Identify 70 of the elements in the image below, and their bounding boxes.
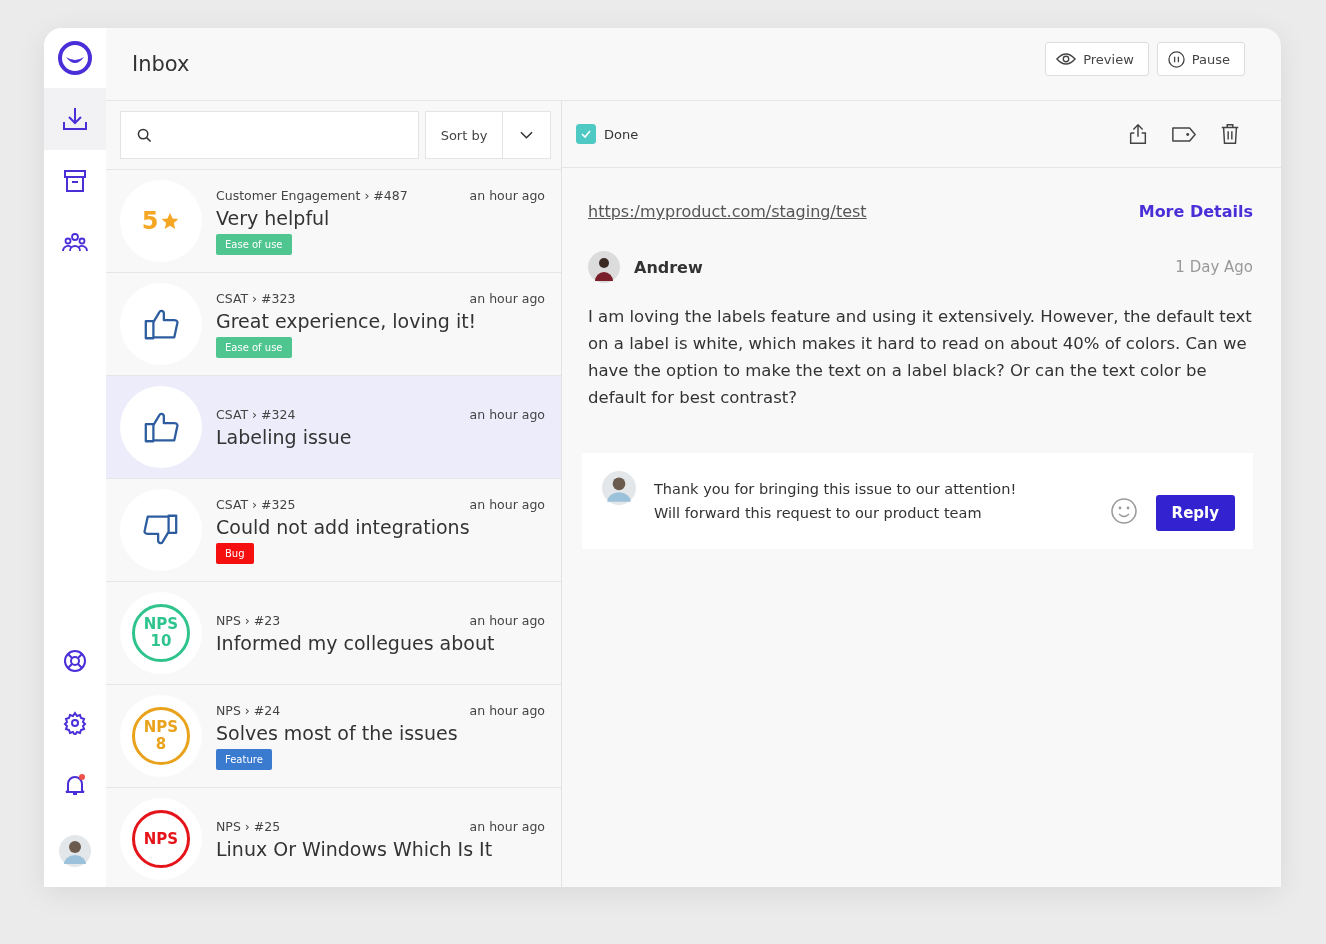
feedback-title: Linux Or Windows Which Is It: [216, 837, 494, 860]
feedback-list-item[interactable]: CSAT › #325 an hour ago Could not add integrations Bug: [106, 479, 561, 582]
feedback-tag: Ease of use: [216, 233, 292, 255]
chevron-down-icon: [520, 131, 533, 139]
search-field[interactable]: [120, 111, 419, 159]
nps-score-ring: NPS 8: [132, 707, 190, 765]
feedback-source: CSAT › #324: [216, 406, 296, 422]
feedback-list-item[interactable]: NPS 8 NPS › #24 an hour ago Solves most of the issues Feature: [106, 685, 561, 788]
feedback-tag: Ease of use: [216, 336, 292, 358]
sort-dropdown[interactable]: Sort by: [425, 111, 551, 159]
feedback-message: I am loving the labels feature and using it extensively. However, the default text on a label is white, which makes it hard to read on about 40% of colors. Can we have the option to make the text on a label black? Or can the text color be default for best contrast?: [588, 306, 1253, 409]
user-avatar: [602, 471, 636, 505]
eye-icon: [1056, 52, 1077, 66]
message-time: 1 Day Ago: [1175, 258, 1253, 276]
lifebuoy-icon[interactable]: [63, 649, 87, 673]
settings-icon[interactable]: [63, 711, 87, 735]
feedback-list-item[interactable]: NPS NPS › #25 an hour ago Linux Or Windows Which Is It: [106, 788, 561, 887]
feedback-source: CSAT › #325: [216, 496, 296, 512]
feedback-time: an hour ago: [469, 702, 545, 718]
preview-button[interactable]: Preview: [1045, 42, 1149, 76]
tag-icon[interactable]: [1171, 124, 1197, 144]
feedback-source: Customer Engagement › #487: [216, 187, 408, 203]
feedback-title: Labeling issue: [216, 425, 353, 448]
trash-icon[interactable]: [1219, 123, 1241, 145]
feedback-source: CSAT › #323: [216, 290, 296, 306]
feedback-time: an hour ago: [469, 187, 545, 203]
smiley-icon[interactable]: [1109, 497, 1138, 525]
archive-box-icon: [61, 167, 89, 195]
done-checkbox[interactable]: [576, 124, 596, 144]
feedback-time: an hour ago: [469, 496, 545, 512]
feedback-tag: Bug: [216, 542, 254, 564]
done-label: Done: [604, 126, 639, 142]
feedback-list-item[interactable]: CSAT › #323 an hour ago Great experience, loving it! Ease of use: [106, 273, 561, 376]
logo-icon: [57, 40, 93, 76]
feedback-title: Very helpful: [216, 206, 331, 229]
user-avatar[interactable]: [59, 835, 91, 867]
feedback-source: NPS › #24: [216, 702, 281, 718]
more-details-link[interactable]: More Details: [1138, 202, 1253, 221]
author-avatar: [588, 251, 620, 283]
feedback-source: NPS › #23: [216, 612, 281, 628]
share-icon[interactable]: [1127, 123, 1149, 145]
nps-score-ring: NPS 10: [132, 604, 190, 662]
feedback-time: an hour ago: [469, 290, 545, 306]
feedback-source: NPS › #25: [216, 818, 281, 834]
reply-field[interactable]: Thank you for bringing this issue to our attention! Will forward this request to our product team: [654, 477, 1092, 525]
feedback-list-item[interactable]: CSAT › #324 an hour ago Labeling issue: [106, 376, 561, 479]
page-title: Inbox: [132, 52, 190, 76]
feedback-url-link[interactable]: https:/myproduct.com/staging/test: [588, 202, 867, 221]
feedback-list-item[interactable]: NPS 10 NPS › #23 an hour ago Informed my collegues about: [106, 582, 561, 685]
nps-score-ring: NPS: [132, 810, 190, 868]
feedback-title: Solves most of the issues: [216, 721, 459, 744]
sidebar-nav-item[interactable]: [44, 88, 106, 150]
search-icon: [137, 127, 152, 143]
download-tray-icon: [61, 105, 89, 133]
rating-value: 5: [141, 207, 159, 235]
pause-icon: [1167, 50, 1185, 68]
feedback-time: an hour ago: [469, 612, 545, 628]
author-name: Andrew: [634, 257, 703, 277]
bell-icon[interactable]: [63, 773, 87, 797]
feedback-title: Could not add integrations: [216, 515, 471, 538]
feedback-time: an hour ago: [469, 818, 545, 834]
feedback-time: an hour ago: [469, 406, 545, 422]
feedback-list-item[interactable]: 5 Customer Engagement › #487 an hour ago Very helpful Ease of use: [106, 170, 561, 273]
feedback-title: Informed my collegues about: [216, 631, 496, 654]
feedback-title: Great experience, loving it!: [216, 309, 478, 332]
feedback-tag: Feature: [216, 748, 272, 770]
pause-button[interactable]: Pause: [1156, 42, 1245, 76]
star-icon: [160, 211, 181, 231]
reply-button[interactable]: Reply: [1155, 495, 1235, 531]
checkmark-icon: [580, 128, 592, 140]
